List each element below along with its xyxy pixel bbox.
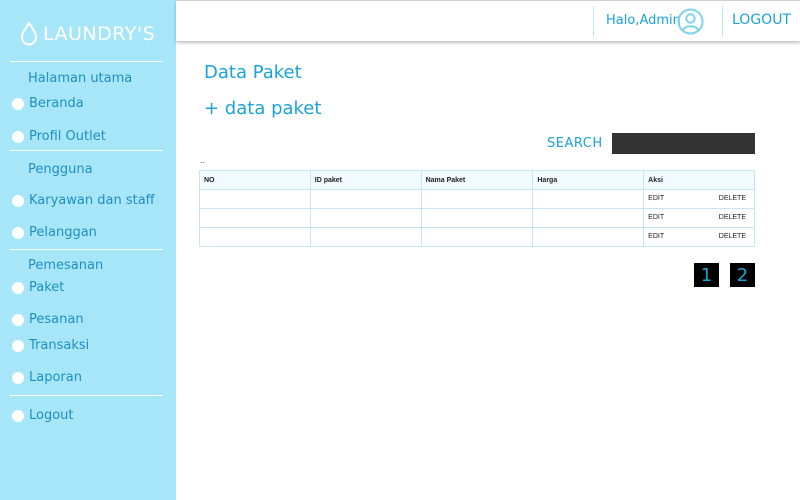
sidebar-item-label: Paket: [29, 280, 65, 295]
cell-aksi: EDIT DELETE: [643, 227, 755, 247]
add-paket-button[interactable]: + data paket: [204, 98, 321, 119]
column-header-no: NO: [199, 170, 311, 190]
paket-table: NO ID paket Nama Paket Harga Aksi EDIT D…: [199, 170, 755, 247]
sidebar-item-label: Profil Outlet: [29, 129, 106, 144]
sidebar-item-label: Pesanan: [29, 312, 84, 327]
brand-name: LAUNDRY'S: [43, 23, 156, 45]
bullet-icon: [12, 409, 24, 422]
column-header-aksi: Aksi: [643, 170, 755, 190]
sidebar-item-label: Karyawan dan staff: [29, 193, 155, 208]
delete-button[interactable]: DELETE: [719, 195, 746, 202]
cell-harga: [532, 227, 645, 247]
table-row: EDIT DELETE: [199, 227, 755, 247]
bullet-icon: [12, 226, 24, 239]
sidebar-item-label: Logout: [29, 408, 74, 423]
pagination-page-2[interactable]: 2: [730, 263, 755, 287]
cell-id-paket: [309, 189, 422, 209]
edit-button[interactable]: EDIT: [648, 195, 664, 202]
sidebar: LAUNDRY'S Halaman utama Beranda Profil O…: [0, 0, 176, 500]
cell-no: [199, 189, 311, 209]
bullet-icon: [12, 371, 24, 384]
cell-no: [199, 208, 311, 228]
bullet-icon: [12, 97, 24, 110]
entries-indicator: ..: [200, 156, 206, 165]
top-bar: Halo,Admin LOGOUT: [176, 0, 800, 41]
column-header-nama-paket: Nama Paket: [420, 170, 534, 190]
water-drop-icon: [20, 21, 38, 46]
cell-harga: [532, 208, 645, 228]
logout-button[interactable]: LOGOUT: [732, 12, 791, 28]
sidebar-item-label: Pelanggan: [29, 225, 97, 240]
sidebar-divider: [10, 150, 163, 151]
bullet-icon: [12, 194, 24, 207]
sidebar-item-profil-outlet[interactable]: Profil Outlet: [12, 129, 106, 144]
user-avatar-icon[interactable]: [677, 8, 704, 35]
bullet-icon: [12, 339, 24, 352]
sidebar-item-logout[interactable]: Logout: [12, 408, 74, 423]
sidebar-header-pemesanan: Pemesanan: [28, 258, 104, 273]
greeting-text: Halo,Admin: [606, 13, 681, 28]
delete-button[interactable]: DELETE: [719, 233, 746, 240]
column-header-harga: Harga: [532, 170, 645, 190]
cell-aksi: EDIT DELETE: [643, 189, 755, 209]
delete-button[interactable]: DELETE: [719, 214, 746, 221]
edit-button[interactable]: EDIT: [648, 214, 664, 221]
sidebar-item-label: Transaksi: [29, 338, 90, 353]
search-label: SEARCH: [547, 136, 603, 151]
sidebar-item-pelanggan[interactable]: Pelanggan: [12, 225, 97, 240]
cell-nama-paket: [420, 189, 534, 209]
sidebar-divider: [10, 61, 163, 62]
bullet-icon: [12, 130, 24, 143]
table-row: EDIT DELETE: [199, 208, 755, 228]
sidebar-item-label: Laporan: [29, 370, 82, 385]
sidebar-header-halaman-utama: Halaman utama: [28, 71, 133, 86]
bullet-icon: [12, 313, 24, 326]
topbar-separator: [593, 6, 594, 37]
table-row: EDIT DELETE: [199, 189, 755, 209]
table-header-row: NO ID paket Nama Paket Harga Aksi: [199, 170, 755, 190]
sidebar-item-karyawan[interactable]: Karyawan dan staff: [12, 193, 155, 208]
sidebar-item-label: Beranda: [29, 96, 84, 111]
sidebar-item-pesanan[interactable]: Pesanan: [12, 312, 84, 327]
cell-nama-paket: [420, 208, 534, 228]
sidebar-item-beranda[interactable]: Beranda: [12, 96, 84, 111]
pagination-page-1[interactable]: 1: [694, 263, 719, 287]
brand-logo: LAUNDRY'S: [19, 17, 155, 51]
search-input[interactable]: [612, 133, 755, 154]
page-title: Data Paket: [204, 62, 302, 83]
sidebar-divider: [10, 395, 163, 396]
cell-id-paket: [309, 227, 422, 247]
sidebar-item-paket[interactable]: Paket: [12, 280, 64, 295]
bullet-icon: [12, 281, 24, 294]
cell-nama-paket: [420, 227, 534, 247]
sidebar-item-laporan[interactable]: Laporan: [12, 370, 82, 385]
topbar-separator: [722, 6, 723, 37]
sidebar-divider: [10, 249, 163, 250]
sidebar-header-pengguna: Pengguna: [28, 162, 93, 177]
edit-button[interactable]: EDIT: [648, 233, 664, 240]
sidebar-item-transaksi[interactable]: Transaksi: [12, 338, 89, 353]
cell-no: [199, 227, 311, 247]
cell-id-paket: [309, 208, 422, 228]
cell-aksi: EDIT DELETE: [643, 208, 755, 228]
cell-harga: [532, 189, 645, 209]
column-header-id-paket: ID paket: [309, 170, 422, 190]
